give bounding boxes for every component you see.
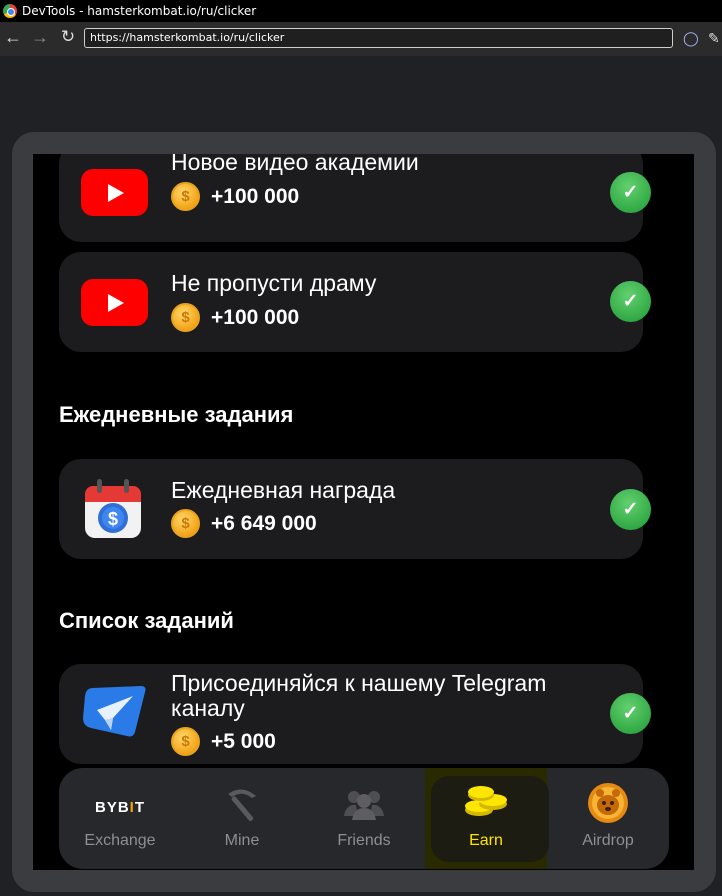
youtube-icon [81,169,148,216]
task-card-academy-video[interactable]: Новое видео академии $ +100 000 ✓ [59,154,651,242]
coin-icon: $ [171,509,200,538]
task-title-line2: каналу [171,695,245,721]
nav-label: Exchange [84,832,156,849]
nav-label: Mine [224,832,260,849]
check-icon: ✓ [610,489,651,530]
coin-icon: $ [171,182,200,211]
back-arrow-icon[interactable]: ← [0,27,26,48]
chrome-icon [3,4,17,18]
check-icon: ✓ [610,693,651,734]
task-title: Ежедневная награда [171,477,396,503]
coins-icon [463,784,509,825]
nav-exchange[interactable]: BYBIT Exchange [59,768,181,869]
bybit-logo-icon: BYBIT [94,799,146,816]
task-list-heading: Список заданий [59,608,234,633]
bottom-navigation: BYBIT Exchange Mine Friends Earn Airdrop [59,768,669,869]
nav-earn[interactable]: Earn [425,768,549,869]
task-reward: $ +100 000 [171,182,299,211]
task-title: Не пропусти драму [171,270,377,296]
task-card-drama[interactable]: Не пропусти драму $ +100 000 ✓ [59,252,651,352]
browser-toolbar: ← → ↻ https://hamsterkombat.io/ru/clicke… [0,22,722,56]
svg-text:$: $ [108,509,118,529]
nav-airdrop[interactable]: Airdrop [547,768,669,869]
address-bar[interactable]: https://hamsterkombat.io/ru/clicker [84,28,673,48]
window-title: DevTools - hamsterkombat.io/ru/clicker [22,4,257,18]
reward-value: +100 000 [211,305,300,329]
nav-label: Friends [337,832,391,849]
mouse-icon[interactable]: ◯ [683,30,699,47]
calendar-coin-icon: $ [83,478,143,540]
reward-value: +5 000 [211,729,276,753]
reward-value: +100 000 [211,184,300,208]
hamster-coin-icon [587,782,629,829]
task-reward: $ +5 000 [171,727,276,756]
coin-icon: $ [171,303,200,332]
app-screen: Новое видео академии $ +100 000 ✓ Не про… [33,154,694,870]
nav-mine[interactable]: Mine [181,768,303,869]
youtube-icon [81,279,148,326]
window-titlebar: DevTools - hamsterkombat.io/ru/clicker [0,0,722,22]
nav-label: Earn [469,832,503,849]
task-title-line1: Присоединяйся к нашему Telegram [171,670,547,696]
telegram-icon [79,682,149,746]
pickaxe-icon [222,784,262,829]
task-reward: $ +6 649 000 [171,509,317,538]
reward-value: +6 649 000 [211,511,317,535]
forward-arrow-icon[interactable]: → [27,27,53,48]
task-title: Новое видео академии [171,154,419,175]
daily-tasks-heading: Ежедневные задания [59,402,294,427]
task-card-daily-reward[interactable]: $ Ежедневная награда $ +6 649 000 ✓ [59,459,651,559]
nav-friends[interactable]: Friends [303,768,425,869]
coin-icon: $ [171,727,200,756]
check-icon: ✓ [610,281,651,322]
nav-label: Airdrop [582,832,634,849]
check-icon: ✓ [610,172,651,213]
task-reward: $ +100 000 [171,303,299,332]
task-card-telegram[interactable]: Присоединяйся к нашему Telegram каналу $… [59,664,651,764]
friends-icon [342,788,386,825]
reload-icon[interactable]: ↻ [55,27,81,47]
extension-icon[interactable]: ✎ [708,30,720,47]
